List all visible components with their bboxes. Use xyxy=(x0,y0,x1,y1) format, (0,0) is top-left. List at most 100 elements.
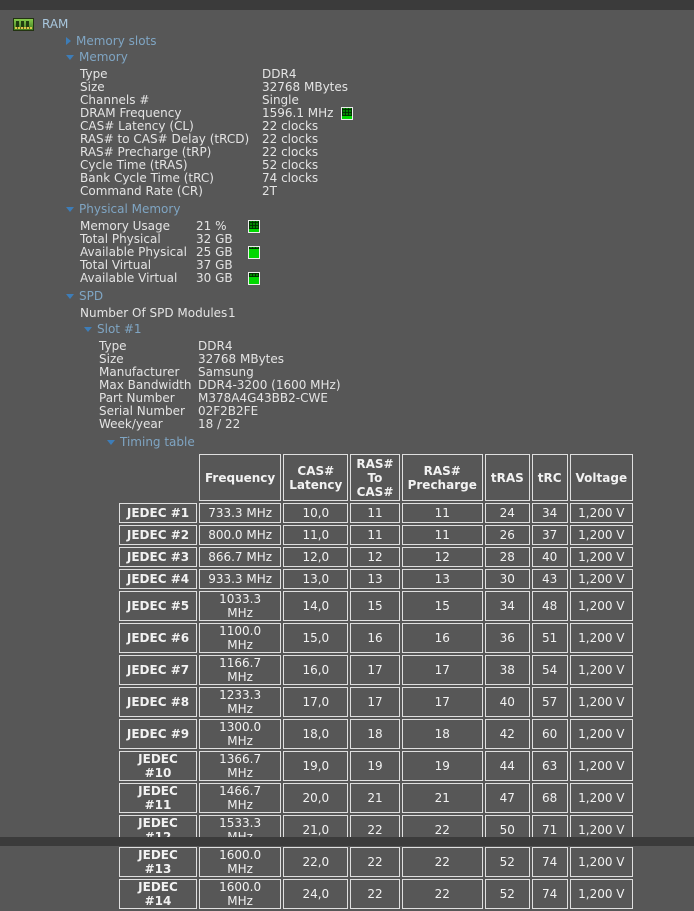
timing-table-row: JEDEC #101366.7 MHz19,0191944631,200 V xyxy=(119,751,633,781)
timing-cell: 1033.3 MHz xyxy=(199,591,281,621)
timing-cell: 22 xyxy=(350,879,399,909)
timing-cell: 74 xyxy=(532,847,568,877)
timing-column-header: RAS# To CAS# xyxy=(350,454,399,501)
property-row: Available Physical25 GB xyxy=(80,246,694,259)
usage-graph-icon[interactable] xyxy=(248,220,260,233)
timing-cell: 1166.7 MHz xyxy=(199,655,281,685)
property-row: Size32768 MBytes xyxy=(99,353,694,366)
timing-table-row: JEDEC #4933.3 MHz13,0131330431,200 V xyxy=(119,569,633,589)
timing-cell: 26 xyxy=(485,525,530,545)
tree-node-label[interactable]: Memory slots xyxy=(76,34,157,48)
timing-cell: 34 xyxy=(485,591,530,621)
tree-node-label[interactable]: SPD xyxy=(79,289,103,303)
timing-table-row: JEDEC #61100.0 MHz15,0161636511,200 V xyxy=(119,623,633,653)
timing-cell: 1300.0 MHz xyxy=(199,719,281,749)
timing-cell: 18,0 xyxy=(283,719,348,749)
tree-node-label[interactable]: Slot #1 xyxy=(97,322,142,336)
timing-cell: 15 xyxy=(350,591,399,621)
property-value: 18 / 22 xyxy=(198,418,240,431)
timing-cell: 22 xyxy=(402,879,483,909)
tree-node-memory[interactable]: Memory xyxy=(66,50,694,64)
jedec-row-label: JEDEC #14 xyxy=(119,879,197,909)
timing-cell: 1,200 V xyxy=(570,591,634,621)
timing-cell: 52 xyxy=(485,879,530,909)
jedec-row-label: JEDEC #2 xyxy=(119,525,197,545)
timing-cell: 24 xyxy=(485,503,530,523)
jedec-row-label: JEDEC #9 xyxy=(119,719,197,749)
timing-table-row: JEDEC #1733.3 MHz10,0111124341,200 V xyxy=(119,503,633,523)
timing-table-row: JEDEC #51033.3 MHz14,0151534481,200 V xyxy=(119,591,633,621)
timing-cell: 48 xyxy=(532,591,568,621)
page-title: RAM xyxy=(42,17,68,31)
timing-cell: 40 xyxy=(532,547,568,567)
property-label: Command Rate (CR) xyxy=(80,185,262,198)
tree-node-label[interactable]: Physical Memory xyxy=(79,202,180,216)
chevron-down-icon[interactable] xyxy=(66,207,74,212)
tree-node-timing-table[interactable]: Timing table xyxy=(107,435,694,449)
timing-cell: 1,200 V xyxy=(570,623,634,653)
timing-cell: 1,200 V xyxy=(570,879,634,909)
property-row: Part NumberM378A4G43BB2-CWE xyxy=(99,392,694,405)
timing-cell: 733.3 MHz xyxy=(199,503,281,523)
timing-cell: 1,200 V xyxy=(570,569,634,589)
usage-graph-icon[interactable] xyxy=(248,272,260,285)
timing-cell: 1600.0 MHz xyxy=(199,847,281,877)
slot-1-properties: TypeDDR4Size32768 MBytesManufacturerSams… xyxy=(0,340,694,431)
spd-properties: Number Of SPD Modules 1 xyxy=(0,307,694,320)
timing-cell: 40 xyxy=(485,687,530,717)
jedec-row-label: JEDEC #8 xyxy=(119,687,197,717)
timing-cell: 800.0 MHz xyxy=(199,525,281,545)
timing-cell: 933.3 MHz xyxy=(199,569,281,589)
timing-cell: 17 xyxy=(402,687,483,717)
ram-module-icon xyxy=(13,18,34,31)
timing-cell: 1,200 V xyxy=(570,719,634,749)
timing-cell: 1,200 V xyxy=(570,847,634,877)
tree-node-physical-memory[interactable]: Physical Memory xyxy=(66,202,694,216)
timing-cell: 1100.0 MHz xyxy=(199,623,281,653)
timing-cell: 38 xyxy=(485,655,530,685)
usage-graph-icon[interactable] xyxy=(248,246,260,259)
chevron-down-icon[interactable] xyxy=(84,327,92,332)
property-row: TypeDDR4 xyxy=(80,68,694,81)
timing-cell: 24,0 xyxy=(283,879,348,909)
timing-cell: 1366.7 MHz xyxy=(199,751,281,781)
jedec-row-label: JEDEC #13 xyxy=(119,847,197,877)
jedec-row-label: JEDEC #5 xyxy=(119,591,197,621)
chevron-down-icon[interactable] xyxy=(66,55,74,60)
chevron-down-icon[interactable] xyxy=(107,440,115,445)
tree-node-spd[interactable]: SPD xyxy=(66,289,694,303)
timing-cell: 1233.3 MHz xyxy=(199,687,281,717)
tree-node-slot-1[interactable]: Slot #1 xyxy=(84,322,694,336)
tree-node-memory-slots[interactable]: Memory slots xyxy=(66,34,694,48)
jedec-row-label: JEDEC #11 xyxy=(119,783,197,813)
jedec-row-label: JEDEC #4 xyxy=(119,569,197,589)
timing-cell: 16 xyxy=(402,623,483,653)
physical-memory-properties: Memory Usage21 %Total Physical32 GBAvail… xyxy=(0,220,694,285)
timing-cell: 11 xyxy=(402,503,483,523)
timing-cell: 30 xyxy=(485,569,530,589)
timing-column-header: Voltage xyxy=(570,454,634,501)
chevron-down-icon[interactable] xyxy=(66,294,74,299)
chevron-right-icon[interactable] xyxy=(66,37,71,45)
timing-column-header: tRAS xyxy=(485,454,530,501)
property-label: Number Of SPD Modules xyxy=(80,307,228,320)
timing-table-row: JEDEC #81233.3 MHz17,0171740571,200 V xyxy=(119,687,633,717)
tree-node-label[interactable]: Timing table xyxy=(120,435,195,449)
timing-cell: 18 xyxy=(402,719,483,749)
timing-cell: 1,200 V xyxy=(570,655,634,685)
timing-table-corner xyxy=(119,454,197,501)
timing-cell: 1,200 V xyxy=(570,547,634,567)
property-row: Memory Usage21 % xyxy=(80,220,694,233)
usage-graph-icon[interactable] xyxy=(341,107,353,120)
timing-cell: 20,0 xyxy=(283,783,348,813)
jedec-row-label: JEDEC #3 xyxy=(119,547,197,567)
property-value: 30 GB xyxy=(196,272,240,285)
timing-cell: 17 xyxy=(350,655,399,685)
timing-cell: 16 xyxy=(350,623,399,653)
timing-cell: 52 xyxy=(485,847,530,877)
timing-cell: 17 xyxy=(402,655,483,685)
jedec-row-label: JEDEC #7 xyxy=(119,655,197,685)
timing-cell: 14,0 xyxy=(283,591,348,621)
timing-column-header: RAS# Precharge xyxy=(402,454,483,501)
tree-node-label[interactable]: Memory xyxy=(79,50,128,64)
